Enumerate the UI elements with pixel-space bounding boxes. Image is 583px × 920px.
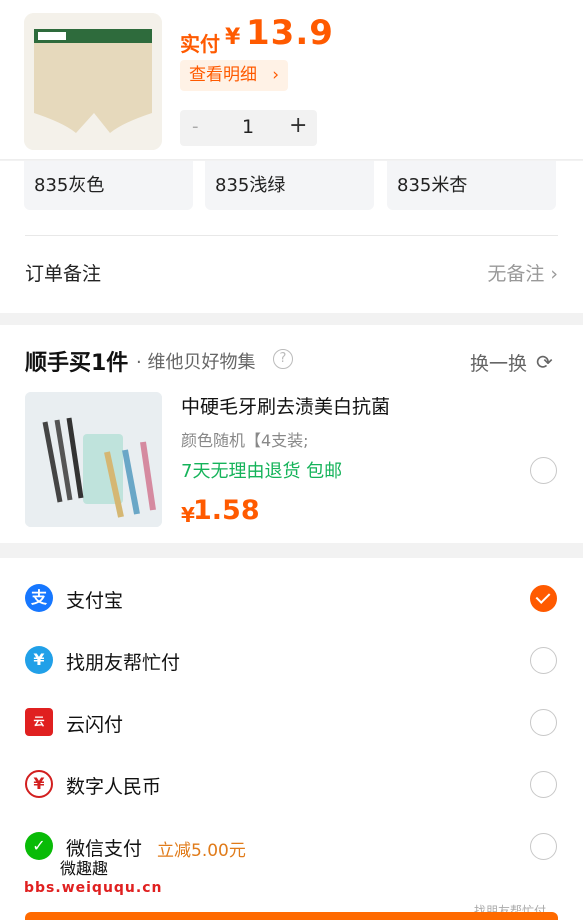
payment-option-name: 支付宝: [66, 590, 124, 612]
payment-option-unionpay[interactable]: 云 云闪付: [0, 692, 583, 754]
unionpay-icon: 云: [25, 708, 53, 736]
quantity-stepper: - 1 +: [180, 110, 317, 146]
payment-radio[interactable]: [530, 647, 557, 674]
addon-section: 顺手买1件 · 维他贝好物集 ? 换一换 ⟳ 中硬毛牙刷去渍美白抗菌 颜色随机【…: [0, 325, 583, 543]
payment-radio-checked[interactable]: [530, 585, 557, 612]
refresh-icon[interactable]: ⟳: [536, 350, 553, 374]
payment-option-name: 找朋友帮忙付: [66, 652, 181, 674]
quantity-value[interactable]: 1: [242, 116, 254, 138]
view-detail-label: 查看明细: [189, 65, 257, 85]
pay-label: 实付: [180, 32, 220, 56]
addon-title: 顺手买1件: [25, 351, 129, 376]
watermark-text: 微趣趣: [60, 859, 109, 878]
order-note-label: 订单备注: [25, 263, 102, 285]
options-panel: 835灰色 835浅绿 835米杏 订单备注 无备注 ›: [0, 161, 583, 313]
payment-option-name: 数字人民币: [66, 776, 162, 798]
addon-product-price: 1.58: [193, 495, 260, 526]
payment-radio[interactable]: [530, 709, 557, 736]
color-option-beige[interactable]: 835米杏: [387, 161, 556, 210]
view-detail-button[interactable]: 查看明细 ›: [180, 60, 288, 91]
submit-button-edge[interactable]: [25, 912, 558, 920]
addon-product-tags: 7天无理由退货 包邮: [181, 461, 343, 482]
color-option-green[interactable]: 835浅绿: [205, 161, 374, 210]
color-option-gray[interactable]: 835灰色: [24, 161, 193, 210]
wechat-pay-icon: ✓: [25, 832, 53, 860]
order-header: 实付 ¥ 13.9 查看明细 › - 1 +: [0, 0, 583, 160]
order-note-value: 无备注 ›: [487, 259, 558, 286]
addon-product-name[interactable]: 中硬毛牙刷去渍美白抗菌: [181, 392, 390, 419]
digital-rmb-icon: ¥: [25, 770, 53, 798]
addon-product-spec: 颜色随机【4支装;: [181, 431, 309, 450]
alipay-icon: 支: [25, 584, 53, 612]
toothbrush-image[interactable]: [25, 392, 162, 527]
payment-option-alipay[interactable]: 支 支付宝: [0, 568, 583, 630]
chevron-right-icon: ›: [550, 263, 558, 285]
order-note-row[interactable]: 订单备注 无备注 ›: [25, 235, 558, 311]
payment-radio[interactable]: [530, 771, 557, 798]
increment-button[interactable]: +: [289, 113, 307, 138]
help-icon[interactable]: ?: [273, 349, 293, 369]
friend-pay-icon: ¥: [25, 646, 53, 674]
swap-button[interactable]: 换一换: [470, 349, 527, 376]
currency-symbol: ¥: [225, 25, 241, 50]
addon-subtitle: · 维他贝好物集: [136, 352, 256, 373]
product-thumbnail[interactable]: [24, 13, 162, 150]
payment-radio[interactable]: [530, 833, 557, 860]
payment-promo: 立减5.00元: [157, 841, 246, 861]
payment-option-digital-rmb[interactable]: ¥ 数字人民币: [0, 754, 583, 816]
pay-amount: 13.9: [246, 13, 334, 53]
order-note-text: 无备注: [487, 263, 545, 285]
watermark-url: bbs.weiququ.cn: [24, 880, 163, 896]
addon-select-radio[interactable]: [530, 457, 557, 484]
payment-option-friend-pay[interactable]: ¥ 找朋友帮忙付: [0, 630, 583, 692]
chevron-right-icon: ›: [272, 65, 279, 85]
decrement-button[interactable]: -: [192, 116, 199, 137]
payment-option-name: 云闪付: [66, 714, 124, 736]
